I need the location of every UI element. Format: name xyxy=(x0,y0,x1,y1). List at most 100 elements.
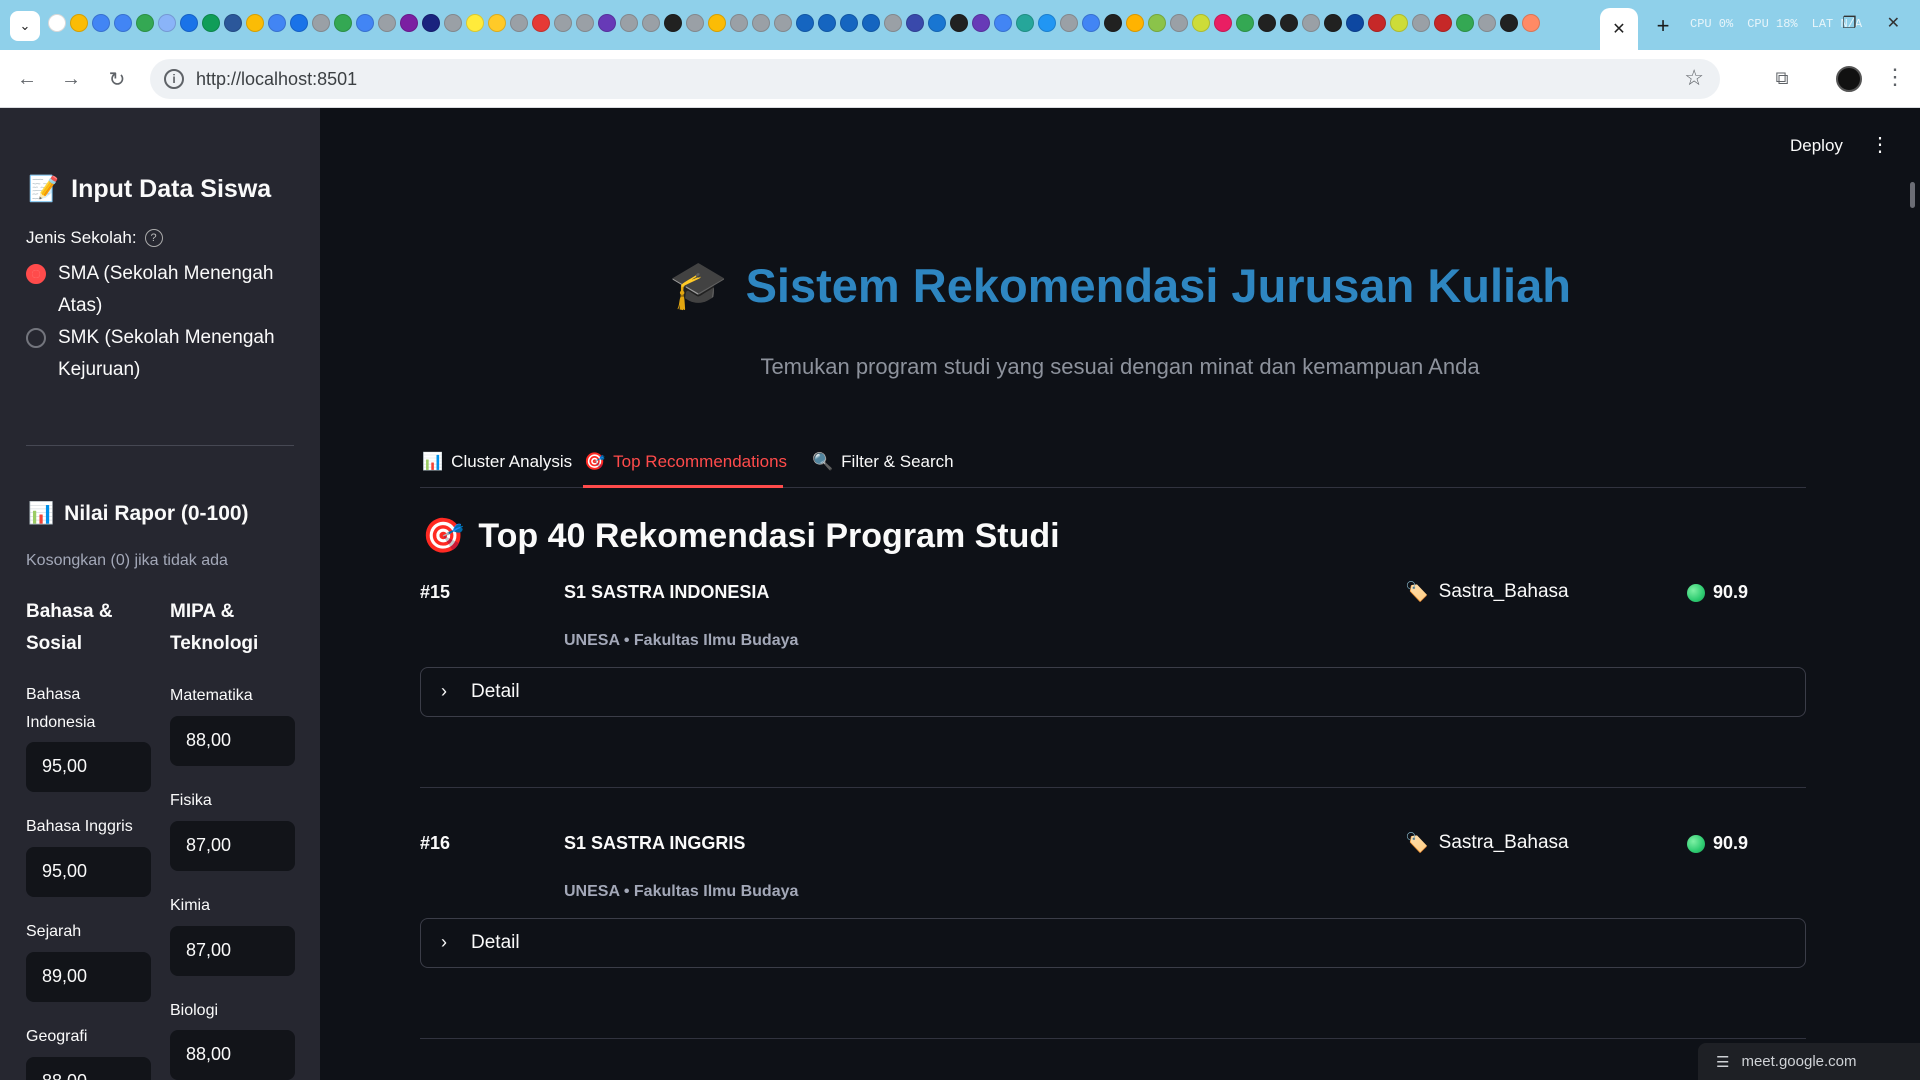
radio-selected-icon[interactable] xyxy=(26,264,46,284)
chevron-right-icon[interactable]: › xyxy=(441,681,447,702)
tab-favicon-icon[interactable] xyxy=(818,14,836,32)
tab-label[interactable]: Top Recommendations xyxy=(613,452,787,472)
tab-favicon-icon[interactable] xyxy=(114,14,132,32)
input-fisika[interactable]: 87,00 xyxy=(170,821,295,871)
extensions-puzzle-icon[interactable]: ⧉ xyxy=(1770,66,1794,90)
tab-label[interactable]: Filter & Search xyxy=(841,452,953,472)
tab-favicon-icon[interactable] xyxy=(312,14,330,32)
tab-favicon-icon[interactable] xyxy=(1016,14,1034,32)
tab-favicon-icon[interactable] xyxy=(664,14,682,32)
back-arrow-icon[interactable]: ← xyxy=(14,66,40,92)
detail-label[interactable]: Detail xyxy=(471,932,520,954)
tab-favicon-icon[interactable] xyxy=(642,14,660,32)
tab-favicon-icon[interactable] xyxy=(356,14,374,32)
tab-label[interactable]: Cluster Analysis xyxy=(451,452,572,472)
tab-favicon-icon[interactable] xyxy=(840,14,858,32)
tab-favicon-icon[interactable] xyxy=(136,14,154,32)
tab-favicon-icon[interactable] xyxy=(1390,14,1408,32)
tab-favicon-icon[interactable] xyxy=(1126,14,1144,32)
tab-favicon-icon[interactable] xyxy=(488,14,506,32)
tab-favicon-icon[interactable] xyxy=(158,14,176,32)
chevron-right-icon[interactable]: › xyxy=(441,932,447,953)
tab-favicon-icon[interactable] xyxy=(1170,14,1188,32)
deploy-button[interactable]: Deploy xyxy=(1790,136,1843,156)
input-matematika[interactable]: 88,00 xyxy=(170,716,295,766)
tab-favicon-icon[interactable] xyxy=(1258,14,1276,32)
tab-favicon-icon[interactable] xyxy=(928,14,946,32)
input-bahasa-indonesia[interactable]: 95,00 xyxy=(26,742,151,792)
tab-favicon-icon[interactable] xyxy=(1456,14,1474,32)
close-window-icon[interactable]: ✕ xyxy=(1887,13,1900,33)
tab-favicon-icon[interactable] xyxy=(1214,14,1232,32)
tab-favicon-icon[interactable] xyxy=(620,14,638,32)
tab-favicon-icon[interactable] xyxy=(598,14,616,32)
tab-favicon-icon[interactable] xyxy=(246,14,264,32)
tab-favicon-icon[interactable] xyxy=(884,14,902,32)
tab-favicon-icon[interactable] xyxy=(1368,14,1386,32)
tab-favicon-icon[interactable] xyxy=(224,14,242,32)
tab-favicon-icon[interactable] xyxy=(444,14,462,32)
tab-search-chevron-icon[interactable]: ⌄ xyxy=(10,11,40,41)
tab-favicon-icon[interactable] xyxy=(1346,14,1364,32)
tab-favicon-icon[interactable] xyxy=(708,14,726,32)
site-info-icon[interactable]: i xyxy=(164,69,184,89)
radio-unselected-icon[interactable] xyxy=(26,328,46,348)
tab-favicon-icon[interactable] xyxy=(1412,14,1430,32)
tab-favicon-icon[interactable] xyxy=(290,14,308,32)
help-icon[interactable]: ? xyxy=(144,229,163,247)
address-bar[interactable]: i http://localhost:8501 ☆ xyxy=(150,59,1720,99)
tab-favicon-icon[interactable] xyxy=(1236,14,1254,32)
detail-expander[interactable]: › Detail xyxy=(420,918,1806,968)
tab-favicon-icon[interactable] xyxy=(1192,14,1210,32)
tab-favicon-icon[interactable] xyxy=(1522,14,1540,32)
tab-favicon-icon[interactable] xyxy=(48,14,66,32)
tab-favicon-icon[interactable] xyxy=(1038,14,1056,32)
url-text[interactable]: http://localhost:8501 xyxy=(196,69,357,90)
tab-favicon-icon[interactable] xyxy=(1434,14,1452,32)
active-tab-close-icon[interactable]: ✕ xyxy=(1600,8,1638,50)
tab-favicon-icon[interactable] xyxy=(774,14,792,32)
tab-favicon-icon[interactable] xyxy=(994,14,1012,32)
tab-favicon-icon[interactable] xyxy=(1324,14,1342,32)
radio-option-smk[interactable]: SMK (Sekolah Menengah Kejuruan) xyxy=(26,322,276,386)
restore-window-icon[interactable]: ❐ xyxy=(1842,13,1856,33)
tab-filter-search[interactable]: 🔍 Filter & Search xyxy=(812,452,954,472)
browser-menu-icon[interactable]: ⋮ xyxy=(1884,64,1906,90)
tab-favicon-icon[interactable] xyxy=(532,14,550,32)
tab-favicon-icon[interactable] xyxy=(576,14,594,32)
tab-top-recommendations[interactable]: 🎯 Top Recommendations xyxy=(584,452,787,472)
tab-favicon-icon[interactable] xyxy=(1148,14,1166,32)
tab-favicon-icon[interactable] xyxy=(1082,14,1100,32)
profile-avatar[interactable] xyxy=(1836,66,1862,92)
tab-favicon-icon[interactable] xyxy=(180,14,198,32)
tab-favicon-icon[interactable] xyxy=(950,14,968,32)
forward-arrow-icon[interactable]: → xyxy=(58,66,84,92)
input-sejarah[interactable]: 89,00 xyxy=(26,952,151,1002)
tab-favicon-icon[interactable] xyxy=(862,14,880,32)
detail-label[interactable]: Detail xyxy=(471,681,520,703)
tab-favicon-icon[interactable] xyxy=(202,14,220,32)
radio-option-sma[interactable]: SMA (Sekolah Menengah Atas) xyxy=(26,258,276,322)
tab-favicon-icon[interactable] xyxy=(378,14,396,32)
tab-favicon-icon[interactable] xyxy=(686,14,704,32)
input-bahasa-inggris[interactable]: 95,00 xyxy=(26,847,151,897)
input-geografi[interactable]: 88,00 xyxy=(26,1057,151,1080)
radio-label-sma[interactable]: SMA (Sekolah Menengah Atas) xyxy=(58,258,276,322)
tab-favicon-icon[interactable] xyxy=(1104,14,1122,32)
tab-favicon-icon[interactable] xyxy=(1060,14,1078,32)
tab-favicon-icon[interactable] xyxy=(906,14,924,32)
tab-favicon-icon[interactable] xyxy=(1500,14,1518,32)
more-vert-icon[interactable]: ⋮ xyxy=(1870,132,1890,157)
tab-favicon-icon[interactable] xyxy=(972,14,990,32)
tab-favicon-icon[interactable] xyxy=(1478,14,1496,32)
input-kimia[interactable]: 87,00 xyxy=(170,926,295,976)
tab-favicon-icon[interactable] xyxy=(1302,14,1320,32)
tab-favicon-icon[interactable] xyxy=(400,14,418,32)
tab-favicon-icon[interactable] xyxy=(268,14,286,32)
input-biologi[interactable]: 88,00 xyxy=(170,1030,295,1080)
radio-label-smk[interactable]: SMK (Sekolah Menengah Kejuruan) xyxy=(58,322,276,386)
bookmark-star-icon[interactable]: ☆ xyxy=(1684,65,1704,91)
tab-favicon-icon[interactable] xyxy=(554,14,572,32)
tab-favicon-icon[interactable] xyxy=(70,14,88,32)
tab-favicon-icon[interactable] xyxy=(334,14,352,32)
